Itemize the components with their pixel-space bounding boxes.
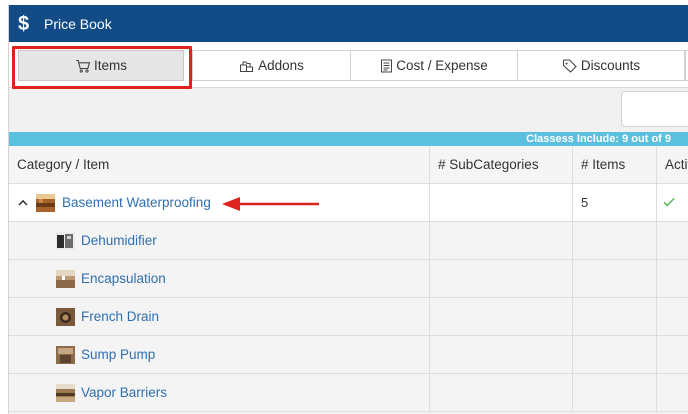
tab-bar: Items Addons Cost / Expense Discounts bbox=[9, 42, 688, 89]
category-thumbnail bbox=[36, 193, 55, 212]
table-row[interactable]: French Drain bbox=[9, 298, 688, 336]
receipt-icon bbox=[380, 59, 393, 73]
item-thumbnail bbox=[56, 231, 75, 250]
items-tab-highlight bbox=[12, 46, 192, 89]
column-header-items[interactable]: # Items bbox=[573, 146, 657, 183]
category-link[interactable]: Basement Waterproofing bbox=[62, 195, 211, 210]
table-header: Category / Item # SubCategories # Items … bbox=[9, 146, 688, 184]
item-link[interactable]: Sump Pump bbox=[81, 347, 155, 362]
item-link[interactable]: Dehumidifier bbox=[81, 233, 157, 248]
table-row[interactable]: Dehumidifier bbox=[9, 222, 688, 260]
tab-discounts-label: Discounts bbox=[580, 58, 641, 73]
toolbar bbox=[9, 88, 688, 132]
item-link[interactable]: Vapor Barriers bbox=[81, 385, 167, 400]
table-row[interactable]: Sump Pump bbox=[9, 336, 688, 374]
item-thumbnail bbox=[56, 269, 75, 288]
chevron-up-icon[interactable] bbox=[18, 199, 28, 206]
page-title: Price Book bbox=[44, 15, 112, 32]
tab-discounts[interactable]: Discounts bbox=[517, 50, 685, 81]
price-book-page: $ Price Book Items Addons Cost / Expense bbox=[8, 5, 688, 414]
item-thumbnail bbox=[56, 345, 75, 364]
tab-cost-expense-label: Cost / Expense bbox=[396, 58, 488, 73]
tab-cost-expense[interactable]: Cost / Expense bbox=[350, 50, 518, 81]
table-row[interactable]: Vapor Barriers bbox=[9, 374, 688, 412]
classes-include-bar: Classess Include: 9 out of 9 bbox=[9, 132, 688, 146]
dollar-icon: $ bbox=[18, 12, 30, 35]
check-icon bbox=[657, 195, 675, 210]
addons-icon bbox=[239, 59, 255, 73]
search-input[interactable] bbox=[621, 91, 688, 127]
item-thumbnail bbox=[56, 307, 75, 326]
subcategories-cell bbox=[430, 184, 573, 221]
tab-addons[interactable]: Addons bbox=[192, 50, 351, 81]
column-header-category[interactable]: Category / Item bbox=[9, 146, 430, 183]
annotation-arrow bbox=[222, 197, 319, 211]
items-count: 5 bbox=[581, 195, 589, 210]
item-link[interactable]: Encapsulation bbox=[81, 271, 166, 286]
tab-addons-label: Addons bbox=[258, 58, 304, 73]
title-bar: $ Price Book bbox=[9, 5, 688, 42]
item-thumbnail bbox=[56, 383, 75, 402]
tag-icon bbox=[562, 58, 578, 73]
item-link[interactable]: French Drain bbox=[81, 309, 159, 324]
table-row[interactable]: Basement Waterproofing 5 bbox=[9, 184, 688, 222]
table-row[interactable]: Encapsulation bbox=[9, 260, 688, 298]
column-header-active[interactable]: Active bbox=[657, 146, 688, 183]
column-header-subcategories[interactable]: # SubCategories bbox=[430, 146, 573, 183]
